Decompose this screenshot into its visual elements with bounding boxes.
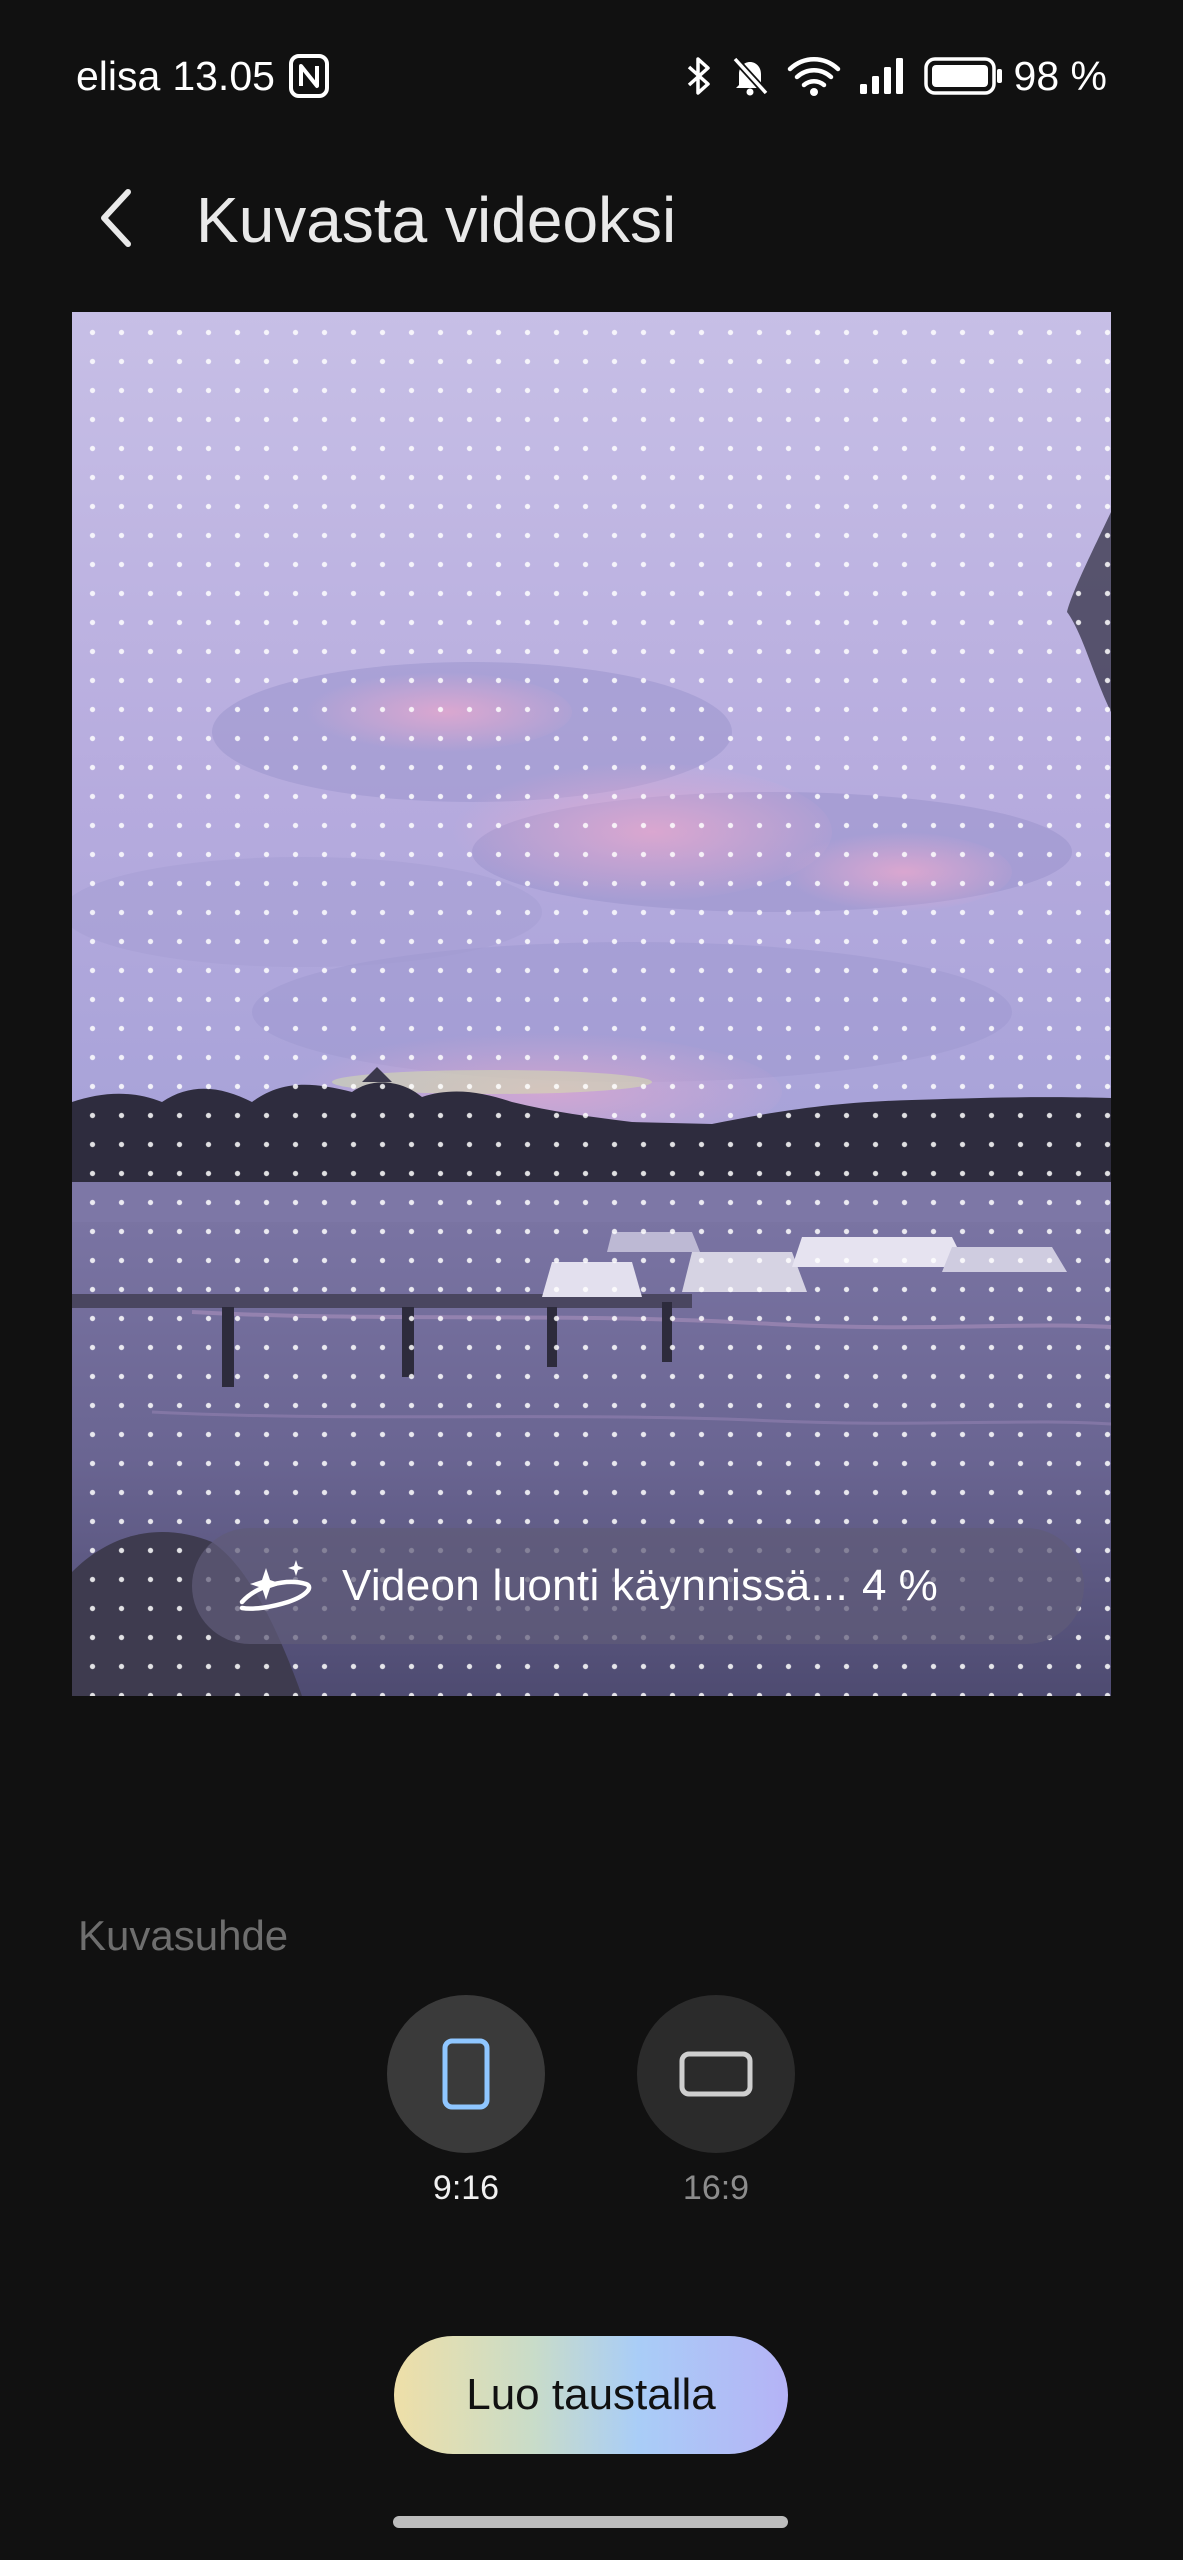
image-preview: Videon luonti käynnissä... 4 %	[72, 312, 1111, 1696]
progress-label: Videon luonti käynnissä...	[342, 1561, 848, 1610]
ratio-option-9-16[interactable]: 9:16	[386, 1995, 546, 2208]
ratio-label-16-9: 16:9	[682, 2169, 750, 2207]
signal-icon	[858, 56, 908, 96]
chevron-left-icon	[101, 189, 131, 247]
battery-percentage: 98 %	[1013, 52, 1107, 99]
mute-icon	[730, 55, 770, 97]
app-header: Kuvasta videoksi	[0, 160, 1183, 280]
landscape-screen-icon	[679, 2051, 753, 2097]
aspect-ratio-label: Kuvasuhde	[78, 1912, 289, 1959]
back-button[interactable]	[80, 182, 152, 254]
battery-icon	[923, 56, 1004, 96]
progress-percentage: 4 %	[861, 1561, 938, 1610]
nfc-icon	[288, 54, 329, 98]
portrait-phone-icon	[442, 2038, 490, 2110]
carrier-name: elisa	[76, 52, 161, 99]
ratio-option-16-9[interactable]: 16:9	[636, 1995, 796, 2208]
clock: 13.05	[172, 52, 275, 99]
sparkle-icon	[239, 1560, 312, 1611]
wifi-icon	[786, 55, 842, 97]
bluetooth-icon	[684, 55, 714, 97]
ratio-button-16-9[interactable]	[637, 1995, 795, 2153]
status-bar: elisa 13.05 98 %	[0, 0, 1183, 150]
lake-sunset-photo	[72, 312, 1111, 1696]
status-right: 98 %	[668, 48, 1107, 104]
ratio-label-9-16: 9:16	[432, 2169, 500, 2207]
status-left: elisa 13.05	[76, 48, 329, 104]
home-indicator[interactable]	[393, 2516, 788, 2528]
page-title: Kuvasta videoksi	[196, 184, 677, 256]
generation-progress: Videon luonti käynnissä... 4 %	[192, 1528, 1084, 1644]
ratio-button-9-16[interactable]	[387, 1995, 545, 2153]
create-in-background-button[interactable]: Luo taustalla	[394, 2336, 788, 2454]
